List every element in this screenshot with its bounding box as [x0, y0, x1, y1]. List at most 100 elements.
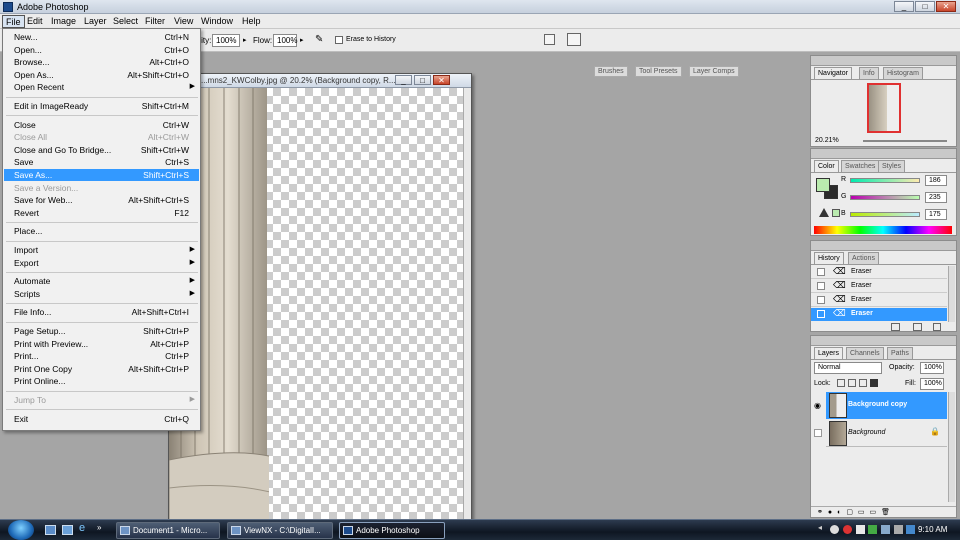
opacity-input[interactable]: 100% — [212, 34, 240, 47]
file-menu-item[interactable]: Save As... Shift+Ctrl+S — [4, 169, 199, 181]
tab-swatches[interactable]: Swatches — [841, 160, 880, 172]
file-menu-item[interactable]: New... Ctrl+N — [4, 31, 199, 43]
start-button[interactable] — [8, 520, 34, 540]
tab-histogram[interactable]: Histogram — [883, 67, 923, 79]
security-alert-icon[interactable] — [843, 525, 852, 534]
doc-close-button[interactable]: ✕ — [433, 75, 450, 85]
color-spectrum-bar[interactable] — [814, 226, 952, 234]
foreground-color-swatch[interactable] — [816, 178, 830, 192]
history-brush-source-box[interactable] — [817, 296, 825, 304]
file-menu-item[interactable]: Open As... Alt+Shift+Ctrl+O — [4, 69, 199, 81]
file-menu-item[interactable]: Import ▶ — [4, 244, 199, 256]
lock-pixels-icon[interactable] — [848, 379, 856, 387]
file-menu-item[interactable]: Close Ctrl+W — [4, 119, 199, 131]
flow-input[interactable]: 100% — [273, 34, 297, 47]
new-snapshot-icon[interactable] — [913, 323, 922, 331]
document-title-bar[interactable]: ...mns2_KWColby.jpg @ 20.2% (Background … — [169, 74, 471, 88]
r-slider[interactable] — [850, 178, 920, 183]
file-menu-item[interactable]: Open... Ctrl+O — [4, 44, 199, 56]
file-menu-item[interactable]: Open Recent ▶ — [4, 81, 199, 93]
internet-explorer-icon[interactable]: e — [79, 522, 85, 534]
file-menu-item[interactable]: Save for Web... Alt+Shift+Ctrl+S — [4, 194, 199, 206]
lock-position-icon[interactable] — [859, 379, 867, 387]
menu-file[interactable]: File — [2, 15, 25, 28]
erase-history-checkbox[interactable] — [335, 36, 343, 44]
navigator-thumbnail[interactable] — [867, 83, 901, 133]
history-brush-source-box[interactable] — [817, 282, 825, 290]
menu-select[interactable]: Select — [110, 15, 141, 28]
layers-footer-icons[interactable]: ⚭●◐▢▭▭🗑 — [811, 506, 956, 518]
layer-name[interactable]: Background — [848, 429, 885, 436]
tab-color[interactable]: Color — [814, 160, 839, 172]
menu-filter[interactable]: Filter — [142, 15, 168, 28]
r-value[interactable]: 186 — [925, 175, 947, 186]
file-menu-item[interactable]: Edit in ImageReady Shift+Ctrl+M — [4, 100, 199, 112]
taskbar-button-word[interactable]: Document1 - Micro... — [116, 522, 220, 539]
history-brush-source-box[interactable] — [817, 268, 825, 276]
tray-icon[interactable] — [856, 525, 865, 534]
visibility-toggle[interactable] — [814, 429, 822, 437]
tab-info[interactable]: Info — [859, 67, 879, 79]
b-slider[interactable] — [850, 212, 920, 217]
airbrush-icon[interactable]: ✎ — [315, 34, 329, 47]
taskbar-button-viewnx[interactable]: ViewNX - C:\DigitalI... — [227, 522, 333, 539]
menu-layer[interactable]: Layer — [81, 15, 110, 28]
image-canvas[interactable] — [169, 88, 463, 522]
palette-well-icon[interactable] — [544, 34, 555, 45]
taskbar-button-photoshop[interactable]: Adobe Photoshop — [339, 522, 445, 539]
doc-minimize-button[interactable]: _ — [395, 75, 412, 85]
lock-transparency-icon[interactable] — [837, 379, 845, 387]
tab-brushes[interactable]: Brushes — [594, 66, 628, 77]
gamut-warning-icon[interactable] — [819, 208, 829, 217]
tab-channels[interactable]: Channels — [846, 347, 884, 359]
blend-mode-select[interactable]: Normal — [814, 362, 882, 374]
file-menu-item[interactable]: Export ▶ — [4, 257, 199, 269]
clock[interactable]: 9:10 AM — [918, 525, 947, 534]
layer-name[interactable]: Background copy — [848, 401, 907, 408]
history-item[interactable]: ⌫ Eraser — [811, 280, 947, 293]
file-menu-item[interactable]: Print One Copy Alt+Shift+Ctrl+P — [4, 363, 199, 375]
close-button[interactable]: ✕ — [936, 1, 956, 12]
tray-icon[interactable] — [830, 525, 839, 534]
flow-dropdown-icon[interactable]: ▸ — [300, 36, 304, 44]
file-menu-item[interactable]: Place... — [4, 225, 199, 237]
history-panel-header[interactable] — [811, 241, 956, 251]
file-menu-item[interactable]: Exit Ctrl+Q — [4, 413, 199, 425]
document-window[interactable]: ...mns2_KWColby.jpg @ 20.2% (Background … — [168, 73, 472, 522]
gamut-swatch[interactable] — [832, 209, 840, 217]
file-menu-item[interactable]: Revert F12 — [4, 207, 199, 219]
opacity-dropdown-icon[interactable]: ▸ — [243, 36, 247, 44]
history-scrollbar[interactable] — [948, 266, 955, 322]
color-panel-header[interactable] — [811, 149, 956, 159]
b-value[interactable]: 175 — [925, 209, 947, 220]
menu-window[interactable]: Window — [198, 15, 236, 28]
layer-opacity-input[interactable]: 100% — [920, 362, 944, 374]
trash-icon[interactable] — [933, 323, 941, 331]
menu-help[interactable]: Help — [239, 15, 264, 28]
g-slider[interactable] — [850, 195, 920, 200]
tab-layer-comps[interactable]: Layer Comps — [689, 66, 739, 77]
history-item[interactable]: ⌫ Eraser — [811, 266, 947, 279]
tray-icon[interactable] — [906, 525, 915, 534]
menu-image[interactable]: Image — [48, 15, 79, 28]
file-menu-item[interactable]: Print with Preview... Alt+Ctrl+P — [4, 338, 199, 350]
file-menu-item[interactable]: Browse... Alt+Ctrl+O — [4, 56, 199, 68]
tab-history[interactable]: History — [814, 252, 844, 264]
network-icon[interactable] — [881, 525, 890, 534]
file-menu-item[interactable]: Close and Go To Bridge... Shift+Ctrl+W — [4, 144, 199, 156]
menu-view[interactable]: View — [171, 15, 196, 28]
file-menu-item[interactable]: Print... Ctrl+P — [4, 350, 199, 362]
history-brush-source-box[interactable] — [817, 310, 825, 318]
navigator-zoom[interactable]: 20.21% — [815, 137, 839, 144]
file-menu-item[interactable]: Save Ctrl+S — [4, 156, 199, 168]
file-menu-item[interactable]: Print Online... — [4, 375, 199, 387]
file-browser-icon[interactable] — [567, 33, 581, 46]
layer-row[interactable]: Background 🔒 — [826, 420, 947, 447]
doc-maximize-button[interactable]: □ — [414, 75, 431, 85]
layers-scrollbar[interactable] — [948, 392, 955, 502]
history-item-selected[interactable]: ⌫ Eraser — [811, 308, 947, 321]
g-value[interactable]: 235 — [925, 192, 947, 203]
maximize-button[interactable]: □ — [915, 1, 935, 12]
show-desktop-icon[interactable] — [45, 525, 56, 535]
file-menu-item[interactable]: Automate ▶ — [4, 275, 199, 287]
